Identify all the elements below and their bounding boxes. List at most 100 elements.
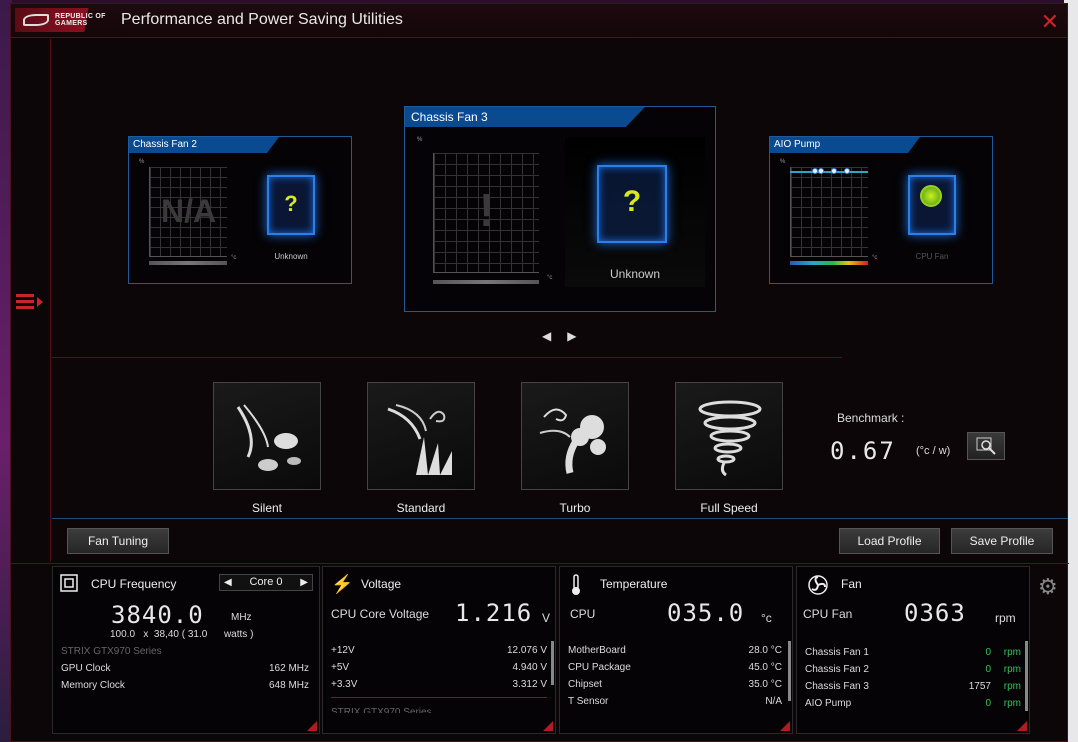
standard-wind-icon <box>387 404 452 475</box>
load-profile-button[interactable]: Load Profile <box>839 528 940 554</box>
core-selector[interactable]: ◀ Core 0 ▶ <box>219 574 313 591</box>
gpu-series-label: STRIX GTX970 Series <box>61 646 162 657</box>
thermometer-icon <box>570 574 582 601</box>
temperature-row-value: N/A <box>765 696 782 707</box>
temperature-scale <box>433 280 539 284</box>
lightning-icon: ⚡ <box>331 574 354 594</box>
cpu-fan-value: 0363 <box>904 599 966 627</box>
cpu-core-voltage-value: 1.216 <box>455 599 533 627</box>
panel-expand-corner[interactable] <box>307 721 317 731</box>
save-profile-button[interactable]: Save Profile <box>951 528 1053 554</box>
mode-full-speed-button[interactable] <box>675 382 783 490</box>
memory-clock-row: Memory Clock 648 MHz <box>61 680 309 691</box>
curve-point[interactable] <box>844 168 850 174</box>
temperature-row-value: 45.0 °C <box>748 662 782 673</box>
voltage-row-value: 12.076 V <box>506 645 547 656</box>
mode-silent-label: Silent <box>251 501 283 515</box>
temperature-row: CPU Package 45.0 °C <box>568 662 782 673</box>
rog-logo: REPUBLIC OF GAMERS <box>15 8 115 32</box>
x-unit-label: °c <box>231 255 237 261</box>
monitoring-bar: CPU Frequency ◀ Core 0 ▶ 3840.0 MHz 100.… <box>11 563 1069 742</box>
x-unit-label: °c <box>872 255 878 261</box>
fan-card-aio-pump[interactable]: AIO Pump % °c CPU Fan <box>769 136 993 284</box>
mode-standard-label: Standard <box>396 501 446 515</box>
voltage-separator <box>331 697 547 698</box>
gear-icon[interactable]: ⚙ <box>1038 574 1058 600</box>
menu-icon[interactable] <box>16 292 44 312</box>
previous-fan-arrow-icon[interactable]: ◀ <box>542 329 551 343</box>
fan-icon <box>807 574 829 601</box>
fan-tuning-button[interactable]: Fan Tuning <box>67 528 169 554</box>
temperature-panel[interactable]: Temperature CPU 035.0 °c MotherBoard 28.… <box>559 566 793 734</box>
x-unit-label: °c <box>547 275 553 281</box>
fan-row-unit: rpm <box>1003 698 1021 709</box>
panel-expand-corner[interactable] <box>543 721 553 731</box>
app-window: REPUBLIC OF GAMERS Performance and Power… <box>10 3 1069 742</box>
voltage-footer-label: STRIX GTX970 Series <box>331 707 432 713</box>
core-prev-icon[interactable]: ◀ <box>224 575 232 590</box>
fan-card-chassis-fan-3[interactable]: Chassis Fan 3 % ! °c ? Unknown <box>404 106 716 312</box>
silent-leaves-icon <box>236 404 301 471</box>
mode-turbo-button[interactable] <box>521 382 629 490</box>
fan-row-value: 0 <box>985 647 991 658</box>
temperature-scale <box>790 261 868 265</box>
fan-card-title: Chassis Fan 2 <box>129 137 279 153</box>
temperature-scrollbar[interactable] <box>788 641 791 701</box>
cpu-temp-value: 035.0 <box>667 599 745 627</box>
curve-point[interactable] <box>818 168 824 174</box>
fan-title: Fan <box>841 577 862 591</box>
temperature-row: T Sensor N/A <box>568 696 782 707</box>
gpu-clock-label: GPU Clock <box>61 663 111 674</box>
gpu-clock-value: 162 MHz <box>268 663 309 674</box>
next-fan-arrow-icon[interactable]: ▶ <box>567 329 576 343</box>
cpu-ratio-line: 100.0 x 38,40 ( 31.0 watts ) <box>110 629 254 640</box>
cpu-fan-icon <box>908 175 956 235</box>
cpu-frequency-panel[interactable]: CPU Frequency ◀ Core 0 ▶ 3840.0 MHz 100.… <box>52 566 320 734</box>
rog-eye-icon <box>23 14 49 26</box>
turbo-gust-icon <box>539 408 606 474</box>
cpu-fan-unit: rpm <box>995 611 1016 625</box>
core-next-icon[interactable]: ▶ <box>300 575 308 590</box>
temperature-scale <box>149 261 227 265</box>
close-icon[interactable]: ✕ <box>1041 9 1059 35</box>
button-bar-separator <box>52 518 1068 519</box>
logo-text: REPUBLIC OF GAMERS <box>55 13 106 27</box>
y-unit-label: % <box>139 159 145 165</box>
benchmark-button[interactable] <box>967 432 1005 460</box>
voltage-row: +12V 12.076 V <box>331 645 547 656</box>
curve-point[interactable] <box>831 168 837 174</box>
fan-card-chassis-fan-2[interactable]: Chassis Fan 2 % N/A °c ? Unknown <box>128 136 352 284</box>
fan-panel[interactable]: Fan CPU Fan 0363 rpm Chassis Fan 1 0 rpm… <box>796 566 1030 734</box>
temperature-row: MotherBoard 28.0 °C <box>568 645 782 656</box>
voltage-panel[interactable]: ⚡ Voltage CPU Core Voltage 1.216 V +12V … <box>322 566 556 734</box>
memory-clock-label: Memory Clock <box>61 680 125 691</box>
fan-status-label: Unknown <box>274 252 308 261</box>
cpu-temp-label: CPU <box>570 607 596 621</box>
fan-scrollbar[interactable] <box>1025 641 1028 711</box>
gpu-clock-row: GPU Clock 162 MHz <box>61 663 309 674</box>
unknown-fan-icon: ? <box>267 175 315 235</box>
left-sidebar <box>11 39 51 562</box>
fan-row-unit: rpm <box>1003 664 1021 675</box>
cpu-core-voltage-label: CPU Core Voltage <box>331 607 430 621</box>
cpu-core-voltage-unit: V <box>542 611 551 625</box>
memory-clock-value: 648 MHz <box>268 680 309 691</box>
panel-expand-corner[interactable] <box>780 721 790 731</box>
panel-expand-corner[interactable] <box>1017 721 1027 731</box>
fan-row-label: Chassis Fan 3 <box>805 681 869 692</box>
temperature-row: Chipset 35.0 °C <box>568 679 782 690</box>
fan-row-value: 0 <box>985 664 991 675</box>
temperature-row-label: T Sensor <box>568 696 609 707</box>
mode-silent-button[interactable] <box>213 382 321 490</box>
voltage-row-value: 4.940 V <box>512 662 547 673</box>
y-unit-label: % <box>780 159 786 165</box>
fan-status-label: CPU Fan <box>915 252 949 261</box>
fan-row-value: 0 <box>985 698 991 709</box>
mode-standard-button[interactable] <box>367 382 475 490</box>
voltage-scrollbar[interactable] <box>551 641 554 685</box>
section-divider <box>52 357 842 358</box>
mode-turbo-label: Turbo <box>559 501 591 515</box>
voltage-title: Voltage <box>361 577 402 591</box>
graph-warning-icon: ! <box>479 184 495 236</box>
temperature-row-value: 35.0 °C <box>748 679 782 690</box>
